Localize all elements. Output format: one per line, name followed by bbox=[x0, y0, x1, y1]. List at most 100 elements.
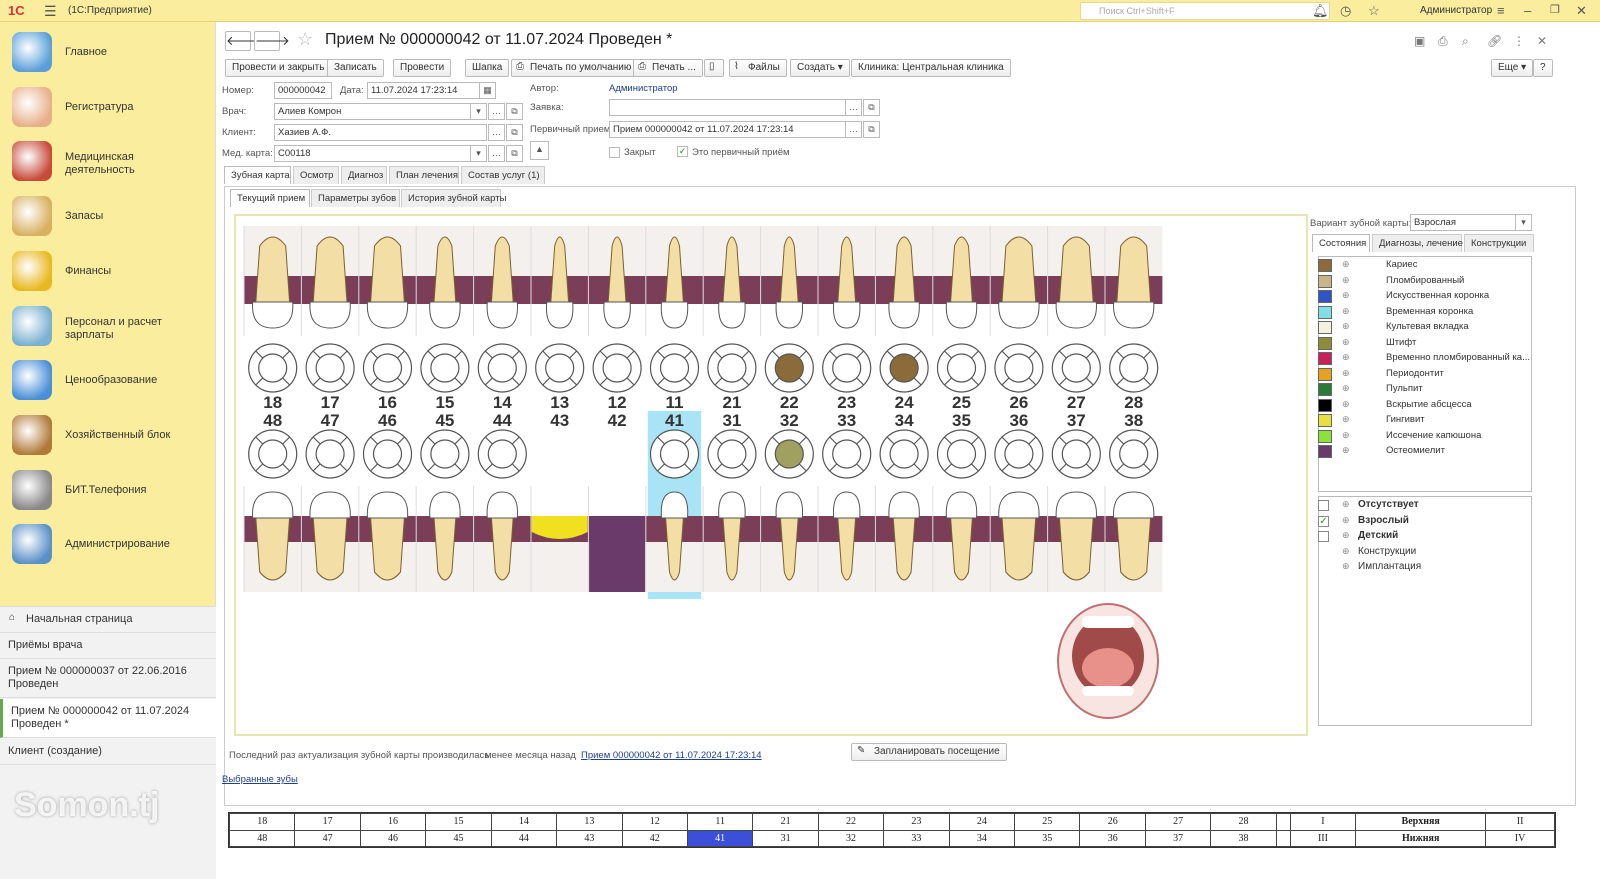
legend-item[interactable]: ⊕ Вскрытие абсцесса bbox=[1318, 398, 1518, 413]
color-swatch[interactable] bbox=[1318, 398, 1332, 412]
upper-surface-circle-18[interactable] bbox=[248, 343, 298, 393]
clinic-button[interactable]: Клиника: Центральная клиника bbox=[851, 59, 1011, 77]
lower-surface-circle-47[interactable] bbox=[305, 429, 355, 479]
table-cell[interactable]: 48 bbox=[228, 829, 296, 847]
expand-icon[interactable]: ⊕ bbox=[1342, 275, 1350, 286]
expand-icon[interactable]: ⊕ bbox=[1342, 445, 1350, 456]
sidebar-item-1[interactable]: Регистратура bbox=[0, 79, 216, 135]
nav-item-0[interactable]: Начальная страница bbox=[0, 607, 216, 633]
settings-icon[interactable]: ≡ bbox=[1497, 3, 1505, 18]
lower-surface-circle-33[interactable] bbox=[822, 429, 872, 479]
lower-surface-circle-48[interactable] bbox=[248, 429, 298, 479]
tab-4[interactable]: Состав услуг (1) bbox=[461, 166, 545, 184]
type-item[interactable]: ⊕ Имплантация bbox=[1318, 560, 1518, 575]
request-select-button[interactable]: … bbox=[845, 99, 862, 116]
expand-icon[interactable]: ⊕ bbox=[1342, 259, 1350, 270]
expand-icon[interactable]: ⊕ bbox=[1342, 399, 1350, 410]
card-select-button[interactable]: … bbox=[488, 145, 505, 162]
history-icon[interactable]: ◷ bbox=[1340, 3, 1351, 19]
bell-icon[interactable]: 🔔︎ bbox=[1312, 3, 1329, 19]
table-cell[interactable]: 24 bbox=[948, 813, 1016, 831]
tab-3[interactable]: План лечения bbox=[389, 166, 459, 184]
forward-button[interactable]: 🡒 bbox=[254, 31, 290, 51]
lower-surface-circle-36[interactable] bbox=[994, 429, 1044, 479]
upper-surface-circle-23[interactable] bbox=[822, 343, 872, 393]
legend-item[interactable]: ⊕ Остеомиелит bbox=[1318, 444, 1518, 459]
expand-icon[interactable]: ⊕ bbox=[1342, 530, 1350, 541]
right-tab-0[interactable]: Состояния bbox=[1312, 234, 1370, 252]
table-cell[interactable]: 28 bbox=[1210, 813, 1277, 831]
print-button[interactable]: ⎙ Печать ... bbox=[633, 59, 703, 77]
table-cell[interactable]: 18 bbox=[228, 813, 296, 831]
expand-icon[interactable]: ⊕ bbox=[1342, 352, 1350, 363]
upper-surface-circle-26[interactable] bbox=[994, 343, 1044, 393]
expand-icon[interactable]: ⊕ bbox=[1342, 499, 1350, 510]
print-default-button[interactable]: ⎙ Печать по умолчанию bbox=[511, 59, 639, 77]
files-button[interactable]: ⌇ Файлы bbox=[729, 59, 787, 77]
upper-surface-circle-28[interactable] bbox=[1109, 343, 1159, 393]
date-field[interactable]: 11.07.2024 17:23:14 bbox=[367, 82, 495, 99]
post-button[interactable]: Провести bbox=[393, 59, 452, 77]
table-cell[interactable]: II bbox=[1485, 813, 1555, 831]
table-cell[interactable]: Верхняя bbox=[1355, 813, 1487, 831]
type-checkbox[interactable] bbox=[1318, 531, 1329, 542]
table-cell[interactable]: 37 bbox=[1144, 829, 1212, 847]
lower-tooth-43[interactable] bbox=[531, 516, 588, 539]
right-tab-2[interactable]: Конструкции bbox=[1464, 234, 1534, 252]
write-button[interactable]: Записать bbox=[327, 59, 384, 77]
upper-surface-circle-14[interactable] bbox=[477, 343, 527, 393]
doctor-dropdown-icon[interactable]: ▾ bbox=[470, 103, 487, 120]
mouth-icon[interactable] bbox=[1057, 603, 1159, 719]
legend-item[interactable]: ⊕ Штифт bbox=[1318, 336, 1518, 351]
type-item[interactable]: ⊕ Детский bbox=[1318, 529, 1518, 544]
type-checkbox[interactable]: ✓ bbox=[1318, 515, 1329, 527]
table-cell[interactable]: 43 bbox=[556, 829, 623, 847]
tab-1[interactable]: Осмотр bbox=[293, 166, 339, 184]
user-name[interactable]: Администратор bbox=[1420, 5, 1492, 16]
request-field[interactable] bbox=[609, 99, 847, 116]
attachment-button[interactable]: ▯ bbox=[704, 59, 724, 77]
schedule-visit-button[interactable]: ✎ Запланировать посещение bbox=[851, 743, 1007, 761]
doctor-field[interactable]: Алиев Комрон bbox=[274, 103, 487, 120]
color-swatch[interactable] bbox=[1318, 321, 1332, 334]
number-field[interactable]: 000000042 bbox=[274, 82, 332, 99]
author-link[interactable]: Администратор bbox=[609, 83, 678, 94]
upper-surface-circle-12[interactable] bbox=[592, 343, 642, 393]
legend-item[interactable]: ⊕ Временная коронка bbox=[1318, 305, 1518, 320]
lower-surface-circle-35[interactable] bbox=[936, 429, 987, 479]
expand-icon[interactable]: ⊕ bbox=[1342, 561, 1350, 572]
color-swatch[interactable] bbox=[1318, 445, 1332, 458]
table-cell[interactable]: 13 bbox=[556, 813, 623, 831]
table-cell[interactable]: 23 bbox=[883, 813, 950, 831]
table-cell[interactable]: 47 bbox=[294, 829, 361, 847]
table-cell[interactable] bbox=[1275, 829, 1291, 847]
table-cell[interactable]: 35 bbox=[1014, 829, 1081, 847]
upper-surface-circle-16[interactable] bbox=[362, 343, 413, 393]
lower-surface-circle-32[interactable] bbox=[764, 429, 814, 479]
doctor-select-button[interactable]: … bbox=[488, 103, 505, 120]
color-swatch[interactable] bbox=[1318, 336, 1332, 350]
nav-item-3[interactable]: Прием № 000000042 от 11.07.2024 Проведен… bbox=[0, 699, 216, 738]
close-icon[interactable]: ✕ bbox=[1576, 3, 1587, 19]
type-item[interactable]: ⊕ Отсутствует bbox=[1318, 498, 1518, 513]
expand-icon[interactable]: ⊕ bbox=[1342, 383, 1350, 394]
table-cell[interactable] bbox=[1275, 813, 1291, 831]
expand-icon[interactable]: ⊕ bbox=[1342, 515, 1350, 526]
table-cell[interactable]: 17 bbox=[294, 813, 361, 831]
nav-item-1[interactable]: Приёмы врача bbox=[0, 633, 216, 659]
table-cell[interactable]: I bbox=[1289, 813, 1357, 831]
more-button[interactable]: Еще ▾ bbox=[1491, 59, 1534, 77]
card-open-icon[interactable]: ⧉ bbox=[506, 145, 523, 162]
subtab-2[interactable]: История зубной карты bbox=[401, 189, 506, 207]
card-field[interactable]: С00118 bbox=[274, 145, 487, 162]
table-cell[interactable]: 34 bbox=[948, 829, 1016, 847]
color-swatch[interactable] bbox=[1318, 414, 1332, 427]
favorites-icon[interactable]: ☆ bbox=[1368, 3, 1380, 19]
sidebar-item-3[interactable]: Запасы bbox=[0, 188, 216, 244]
legend-item[interactable]: ⊕ Искусственная коронка bbox=[1318, 289, 1518, 304]
legend-item[interactable]: ⊕ Гингивит bbox=[1318, 413, 1518, 428]
color-swatch[interactable] bbox=[1318, 367, 1332, 381]
right-tab-1[interactable]: Диагнозы, лечение bbox=[1372, 234, 1463, 252]
lower-surface-circle-37[interactable] bbox=[1051, 429, 1101, 479]
search-input[interactable]: Поиск Ctrl+Shift+F bbox=[1080, 2, 1330, 20]
